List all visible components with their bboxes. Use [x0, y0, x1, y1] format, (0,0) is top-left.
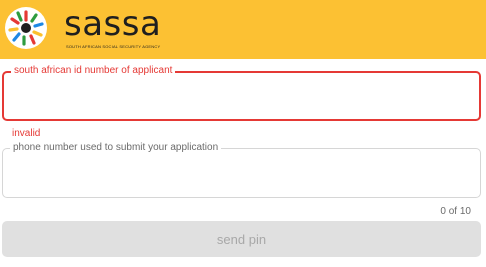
- send-pin-button[interactable]: send pin: [2, 221, 481, 257]
- id-number-field[interactable]: south african id number of applicant: [2, 64, 481, 121]
- phone-number-label: phone number used to submit your applica…: [10, 141, 222, 155]
- phone-char-counter: 0 of 10: [440, 206, 471, 217]
- id-number-error: invalid: [12, 128, 41, 139]
- phone-number-field[interactable]: phone number used to submit your applica…: [2, 141, 481, 198]
- phone-number-input[interactable]: [13, 165, 470, 187]
- header-bar: sassa SOUTH AFRICAN SOCIAL SECURITY AGEN…: [0, 0, 486, 59]
- brand-title: sassa: [64, 4, 162, 44]
- id-number-input[interactable]: [14, 89, 469, 111]
- brand-subtitle: SOUTH AFRICAN SOCIAL SECURITY AGENCY: [66, 44, 161, 49]
- sassa-logo-icon: [5, 7, 47, 49]
- id-number-label: south african id number of applicant: [11, 64, 176, 78]
